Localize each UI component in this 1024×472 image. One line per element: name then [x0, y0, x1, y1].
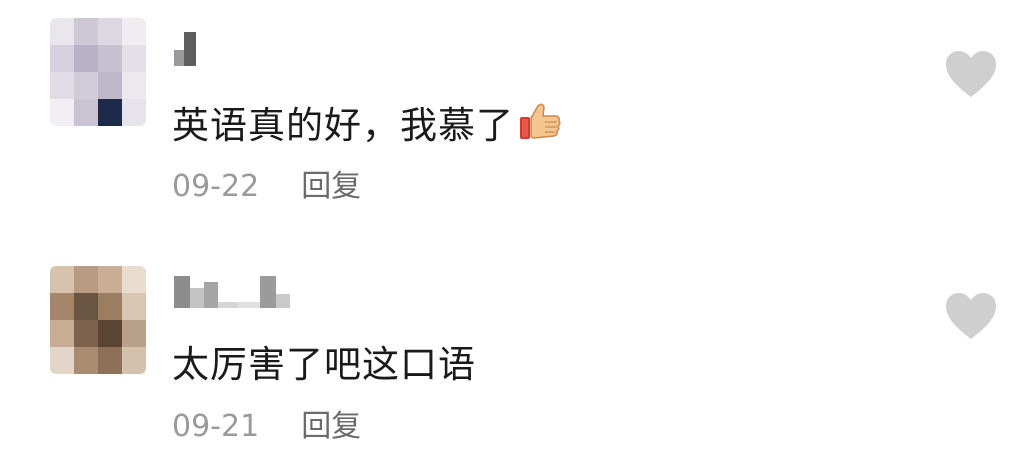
username-redacted[interactable] [174, 28, 196, 66]
comment-item: 英语真的好，我慕了 09-22 回复 [0, 0, 1024, 236]
heart-icon [944, 293, 998, 346]
avatar[interactable] [50, 266, 146, 374]
comment-body: 太厉害了吧这口语 [172, 343, 476, 386]
thumbs-up-icon [518, 102, 562, 148]
like-button[interactable] [944, 50, 998, 100]
avatar[interactable] [50, 18, 146, 126]
timestamp: 09-21 [172, 409, 260, 444]
comment-list: 英语真的好，我慕了 09-22 回复 太厉害了吧这口语 09-21 回复 [0, 0, 1024, 472]
comment-body: 英语真的好，我慕了 [172, 104, 514, 147]
comment-text: 英语真的好，我慕了 [172, 102, 562, 148]
reply-button[interactable]: 回复 [301, 172, 361, 202]
reply-button[interactable]: 回复 [301, 412, 361, 442]
timestamp: 09-22 [172, 169, 260, 204]
username-redacted[interactable] [174, 270, 290, 308]
comment-text: 太厉害了吧这口语 [172, 346, 476, 383]
heart-icon [944, 51, 998, 104]
comment-item: 太厉害了吧这口语 09-21 回复 [0, 250, 1024, 472]
comment-meta: 09-22 回复 [172, 172, 361, 202]
comment-meta: 09-21 回复 [172, 412, 361, 442]
like-button[interactable] [944, 292, 998, 342]
